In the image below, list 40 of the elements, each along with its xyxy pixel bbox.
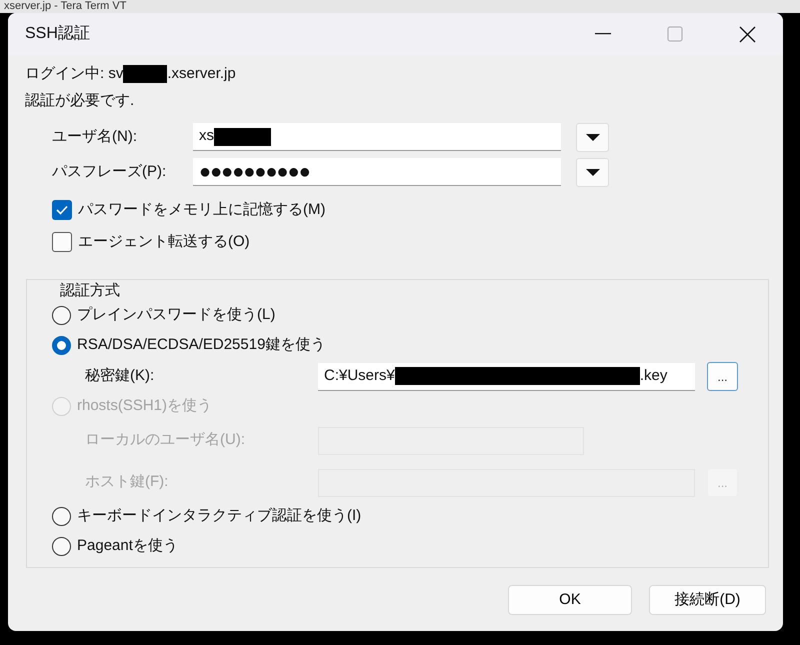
background-window-title: xserver.jp - Tera Term VT — [3, 0, 128, 13]
field-label: パスフレーズ(P): — [52, 162, 168, 182]
maximize-icon — [667, 26, 683, 42]
status-message: 認証が必要です. — [25, 90, 134, 111]
radio-label: rhosts(SSH1)を使う — [77, 396, 212, 416]
radio-label: RSA/DSA/ECDSA/ED25519鍵を使う — [77, 335, 326, 356]
dropdown-icon — [586, 168, 600, 176]
radio-button[interactable] — [52, 306, 71, 325]
username-field[interactable]: xs — [193, 123, 561, 151]
close-icon — [738, 26, 756, 42]
radio-button[interactable] — [52, 336, 71, 355]
field-label: 秘密鍵(K): — [85, 366, 156, 386]
checkbox-label: パスワードをメモリ上に記憶する(M) — [78, 200, 326, 220]
dropdown-button[interactable] — [576, 122, 609, 152]
window-title: SSH認証 — [25, 25, 90, 42]
dropdown-icon — [586, 132, 600, 142]
radio-label: Pageantを使う — [77, 536, 178, 556]
dropdown-button[interactable] — [576, 158, 609, 186]
field-value: .key — [640, 366, 668, 386]
check-icon — [56, 205, 68, 215]
radio-button[interactable] — [52, 537, 71, 556]
checkbox[interactable] — [52, 232, 72, 252]
passphrase-field[interactable]: ●●●●●●●●●● — [193, 158, 561, 186]
field-label: ホスト鍵(F): — [85, 472, 170, 492]
text-field[interactable]: C:¥Users¥ .key — [318, 362, 695, 390]
minimize-icon — [595, 33, 611, 35]
field-value: C:¥Users¥ — [324, 366, 395, 386]
radio-label: プレインパスワードを使う(L) — [77, 305, 276, 326]
radio-button[interactable] — [52, 507, 71, 526]
login-label: ログイン中: sv — [25, 64, 124, 84]
radio-label: キーボードインタラクティブ認証を使う(I) — [77, 506, 362, 526]
field-value: xs — [199, 126, 214, 146]
host-name: .xserver.jp — [167, 64, 236, 84]
browse-button[interactable]: ... — [707, 362, 738, 391]
checkbox[interactable] — [52, 200, 72, 220]
field-label: ローカルのユーザ名(U): — [85, 430, 246, 450]
checkbox-label: エージェント転送する(O) — [78, 232, 250, 252]
field-label: ユーザ名(N): — [52, 126, 138, 147]
dialog-button[interactable]: 接続断(D) — [649, 585, 766, 615]
dialog-button[interactable]: OK — [508, 585, 632, 615]
